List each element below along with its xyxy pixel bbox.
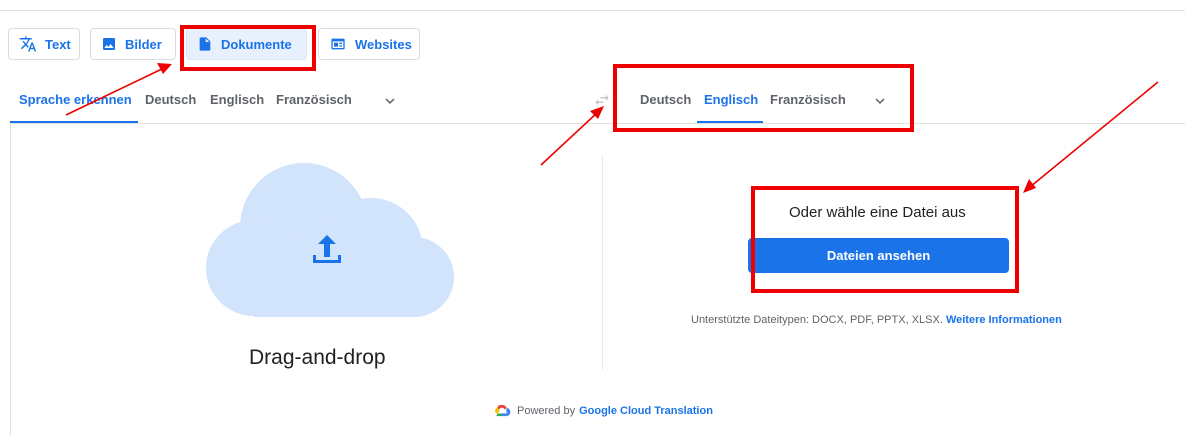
source-tab-detect[interactable]: Sprache erkennen	[19, 92, 132, 107]
swap-languages-icon[interactable]	[592, 91, 612, 109]
mode-text-button[interactable]: Text	[8, 28, 80, 60]
mode-text-label: Text	[45, 36, 71, 52]
source-more-chevron-down-icon[interactable]	[380, 92, 400, 110]
mode-images-button[interactable]: Bilder	[90, 28, 176, 60]
google-cloud-translation-link[interactable]: Google Cloud Translation	[579, 405, 713, 417]
source-tab-english[interactable]: Englisch	[210, 92, 264, 107]
annotation-box-target-languages	[613, 64, 914, 132]
panel-divider	[602, 155, 603, 370]
source-tab-german[interactable]: Deutsch	[145, 92, 196, 107]
mode-websites-label: Websites	[355, 36, 412, 52]
powered-by-text: Powered by	[517, 404, 576, 417]
google-cloud-logo-icon	[495, 404, 511, 417]
top-divider	[0, 10, 1185, 11]
drag-drop-text: Drag-and-drop	[249, 346, 386, 369]
image-icon	[103, 38, 115, 50]
powered-by: Powered by Google Cloud Translation	[493, 404, 713, 417]
supported-file-types: Unterstützte Dateitypen: DOCX, PDF, PPTX…	[691, 314, 1062, 326]
mode-images-label: Bilder	[125, 36, 162, 52]
more-info-link[interactable]: Weitere Informationen	[946, 314, 1062, 326]
annotation-box-documents	[180, 25, 316, 71]
translate-icon	[19, 36, 37, 52]
supported-types-text: Unterstützte Dateitypen: DOCX, PDF, PPTX…	[691, 314, 943, 326]
website-icon	[331, 38, 345, 50]
upload-cloud-icon[interactable]	[196, 155, 458, 317]
annotation-box-file-chooser	[751, 186, 1019, 293]
mode-websites-button[interactable]: Websites	[318, 28, 420, 60]
source-tab-french[interactable]: Französisch	[276, 92, 352, 107]
